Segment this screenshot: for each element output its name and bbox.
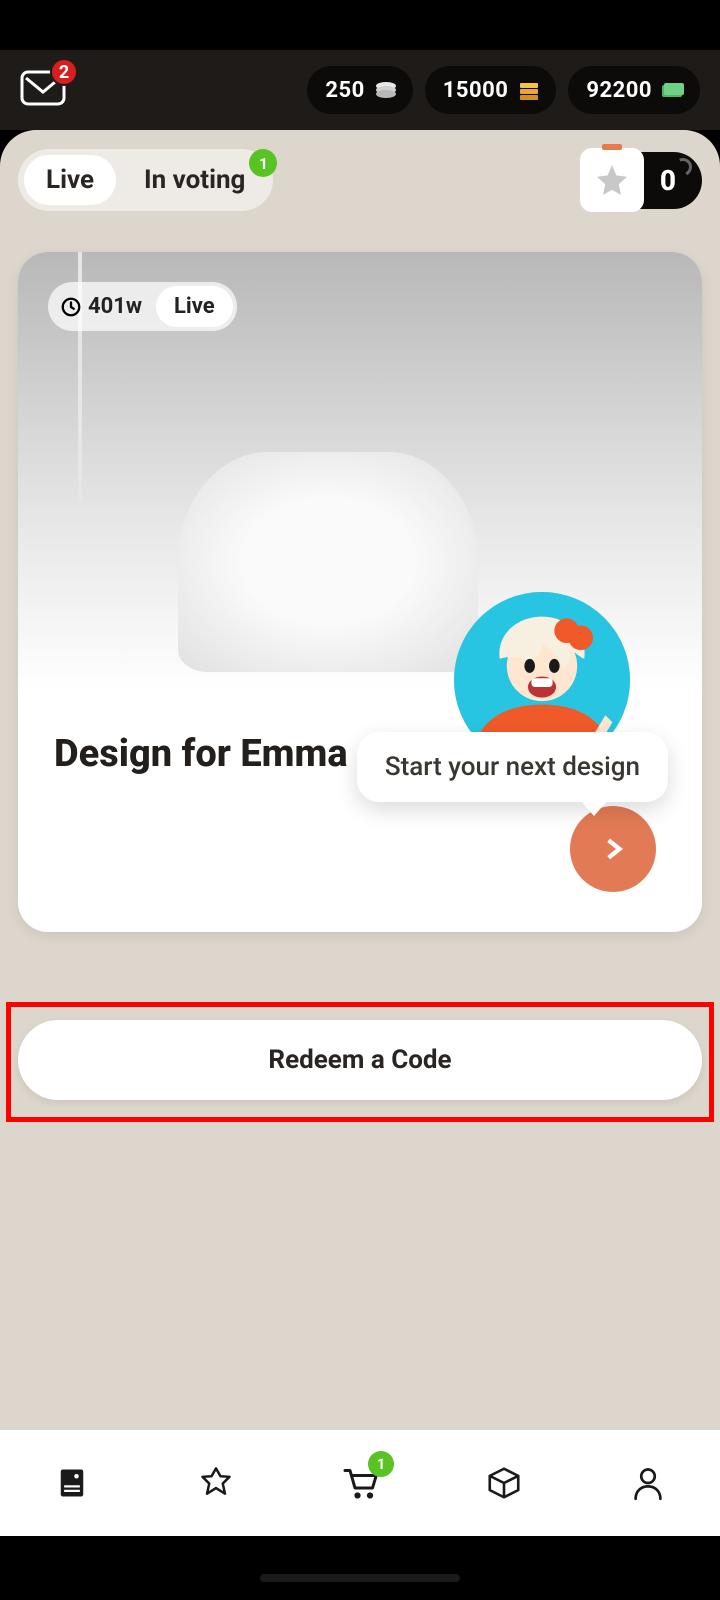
receipt-icon	[54, 1465, 90, 1501]
card-badges: 401w Live	[48, 282, 237, 331]
top-bar: 2 250 15000 92200	[0, 50, 720, 130]
design-card[interactable]: 401w Live Design for Emma Start your nex…	[18, 252, 702, 932]
trophy-score[interactable]: 0	[580, 148, 702, 212]
star-outline-icon	[198, 1465, 234, 1501]
cash-icon	[660, 77, 686, 103]
trophy-box	[580, 148, 644, 212]
currency-value: 92200	[586, 78, 652, 103]
time-label: 401w	[88, 294, 142, 319]
bottom-nav: 1	[0, 1430, 720, 1536]
currency-gold[interactable]: 15000	[425, 66, 557, 114]
currency-cash[interactable]: 92200	[568, 66, 700, 114]
tooltip: Start your next design	[357, 732, 668, 802]
profile-icon	[630, 1465, 666, 1501]
main-panel: Live In voting 1 0	[0, 130, 720, 1430]
redeem-button[interactable]: Redeem a Code	[18, 1020, 702, 1100]
box-icon	[485, 1464, 523, 1502]
star-icon	[594, 162, 630, 198]
currency-coins[interactable]: 250	[307, 66, 412, 114]
tab-voting-label: In voting	[144, 165, 245, 195]
nav-box[interactable]	[482, 1461, 526, 1505]
tabs-row: Live In voting 1 0	[18, 148, 702, 212]
mail-badge: 2	[50, 58, 78, 86]
chevron-right-icon	[600, 836, 626, 862]
nav-home[interactable]	[50, 1461, 94, 1505]
nav-profile[interactable]	[626, 1461, 670, 1505]
design-title: Design for Emma	[54, 732, 348, 776]
next-design-button[interactable]	[570, 806, 656, 892]
nav-star[interactable]	[194, 1461, 238, 1505]
time-chip: 401w	[52, 288, 156, 325]
tabs-pill: Live In voting 1	[18, 149, 273, 211]
tab-voting[interactable]: In voting 1	[122, 155, 267, 205]
tab-voting-badge: 1	[249, 149, 277, 177]
mail-button[interactable]: 2	[20, 70, 66, 110]
currency-value: 15000	[443, 78, 509, 103]
tab-live[interactable]: Live	[24, 155, 116, 205]
gold-icon	[516, 77, 542, 103]
currencies: 250 15000 92200	[307, 66, 700, 114]
gesture-bar	[260, 1574, 460, 1582]
status-bar	[0, 0, 720, 50]
status-chip: Live	[156, 286, 233, 327]
currency-value: 250	[325, 78, 364, 103]
clock-icon	[60, 296, 82, 318]
nav-cart[interactable]: 1	[338, 1461, 382, 1505]
coins-icon	[373, 77, 399, 103]
nav-cart-badge: 1	[368, 1451, 394, 1477]
